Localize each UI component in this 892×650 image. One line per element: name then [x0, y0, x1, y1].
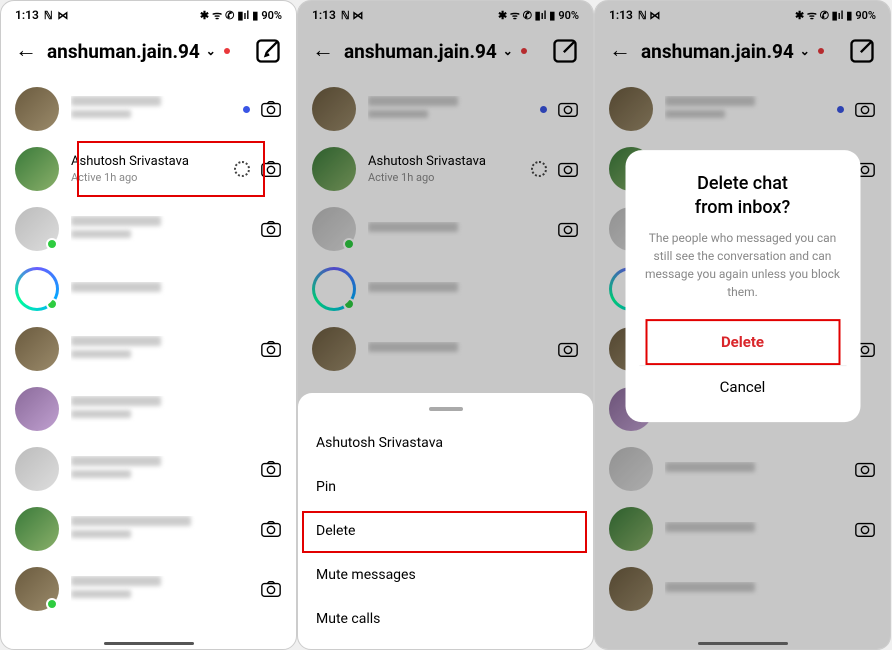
chat-row[interactable]: [1, 319, 296, 379]
phone-panel-3: 1:13ℕ ⋈ ✱ ᯤ ✆ ▮ıl ▮90% ← anshuman.jain.9…: [594, 0, 891, 650]
chat-right: [243, 99, 282, 119]
status-bar: 1:13ℕ ⋈ ✱ ᯤ ✆ ▮ıl ▮90%: [595, 1, 890, 27]
sheet-item-mute-calls[interactable]: Mute calls: [298, 597, 593, 641]
status-left: 1:13 ℕ ⋈: [15, 8, 69, 22]
account-switcher[interactable]: anshuman.jain.94 ⌄: [344, 40, 541, 63]
chevron-down-icon: ⌄: [800, 44, 810, 58]
sheet-drag-handle[interactable]: [429, 407, 463, 411]
chevron-down-icon: ⌄: [206, 44, 216, 58]
chat-text: [71, 96, 231, 122]
avatar: [15, 567, 59, 611]
sheet-item-pin[interactable]: Pin: [298, 465, 593, 509]
status-right: ✱ ᯤ ✆ ▮ıl ▮ 90%: [200, 8, 282, 23]
sheet-item-delete[interactable]: Delete: [298, 509, 593, 553]
chat-row[interactable]: [1, 79, 296, 139]
chat-list: Ashutosh Srivastava Active 1h ago: [1, 79, 296, 649]
chat-row[interactable]: [1, 379, 296, 439]
chat-row[interactable]: [1, 259, 296, 319]
camera-button[interactable]: [260, 519, 282, 539]
wifi-icon: ᯤ: [212, 8, 222, 23]
phone-panel-1: 1:13 ℕ ⋈ ✱ ᯤ ✆ ▮ıl ▮ 90% ← anshuman.jain…: [0, 0, 297, 650]
back-button[interactable]: ←: [15, 40, 37, 62]
inbox-header: ← anshuman.jain.94 ⌄: [298, 27, 593, 79]
unread-dot: [243, 106, 250, 113]
chat-right: [234, 159, 282, 179]
header-username: anshuman.jain.94: [47, 40, 200, 63]
avatar: [15, 147, 59, 191]
inbox-header: ← anshuman.jain.94 ⌄: [1, 27, 296, 79]
camera-button[interactable]: [260, 579, 282, 599]
chat-row-ashutosh[interactable]: Ashutosh Srivastava Active 1h ago: [1, 139, 296, 199]
chat-row[interactable]: [1, 199, 296, 259]
chat-row[interactable]: [1, 499, 296, 559]
signal-icon: ▮ıl: [237, 9, 249, 22]
loading-spinner-icon: [234, 161, 250, 177]
camera-button[interactable]: [260, 459, 282, 479]
avatar: [15, 87, 59, 131]
chevron-down-icon: ⌄: [503, 44, 513, 58]
dialog-delete-button[interactable]: Delete: [647, 321, 838, 363]
chat-text: Ashutosh Srivastava Active 1h ago: [71, 154, 222, 184]
camera-button[interactable]: [260, 339, 282, 359]
avatar: [15, 447, 59, 491]
chat-name-blurred: [71, 96, 161, 106]
chat-row[interactable]: [1, 439, 296, 499]
sheet-title: Ashutosh Srivastava: [298, 421, 593, 465]
back-button[interactable]: ←: [312, 40, 334, 62]
presence-dot: [46, 298, 58, 310]
home-indicator[interactable]: [104, 642, 194, 645]
context-bottom-sheet: Ashutosh Srivastava Pin Delete Mute mess…: [298, 393, 593, 649]
notification-dot: [521, 48, 527, 54]
inbox-header: ← anshuman.jain.94 ⌄: [595, 27, 890, 79]
bluetooth-icon: ✱: [200, 9, 209, 22]
camera-button[interactable]: [260, 159, 282, 179]
tutorial-highlight-box: Delete: [645, 319, 840, 365]
dialog-cancel-button[interactable]: Cancel: [639, 365, 846, 408]
avatar: [15, 207, 59, 251]
chat-sub-blurred: [71, 110, 131, 118]
status-bar: 1:13ℕ ⋈ ✱ ᯤ ✆ ▮ıl ▮90%: [298, 1, 593, 27]
chat-sub: Active 1h ago: [71, 171, 222, 184]
dialog-title: Delete chat from inbox?: [639, 172, 846, 219]
account-switcher[interactable]: anshuman.jain.94 ⌄: [641, 40, 838, 63]
status-bar: 1:13 ℕ ⋈ ✱ ᯤ ✆ ▮ıl ▮ 90%: [1, 1, 296, 27]
status-time: 1:13: [15, 8, 39, 22]
camera-button[interactable]: [260, 99, 282, 119]
home-indicator[interactable]: [698, 642, 788, 645]
camera-button[interactable]: [260, 219, 282, 239]
avatar: [15, 327, 59, 371]
presence-dot: [46, 238, 58, 250]
dialog-body: The people who messaged you can still se…: [639, 229, 846, 301]
chat-row[interactable]: [1, 559, 296, 619]
avatar: [15, 267, 59, 311]
compose-button[interactable]: [848, 37, 876, 65]
notification-dot: [818, 48, 824, 54]
delete-confirm-dialog: Delete chat from inbox? The people who m…: [625, 150, 860, 422]
avatar: [15, 387, 59, 431]
back-button[interactable]: ←: [609, 40, 631, 62]
account-switcher[interactable]: anshuman.jain.94 ⌄: [47, 40, 244, 63]
phone-icon: ✆: [225, 9, 234, 22]
battery-percent: 90%: [261, 9, 282, 22]
notification-dot: [224, 48, 230, 54]
battery-icon: ▮: [252, 9, 258, 22]
presence-dot: [46, 598, 58, 610]
phone-panel-2: 1:13ℕ ⋈ ✱ ᯤ ✆ ▮ıl ▮90% ← anshuman.jain.9…: [297, 0, 594, 650]
chat-name: Ashutosh Srivastava: [71, 154, 222, 169]
compose-button[interactable]: [254, 37, 282, 65]
compose-button[interactable]: [551, 37, 579, 65]
status-icons-left: ℕ ⋈: [44, 9, 70, 22]
sheet-item-mute-messages[interactable]: Mute messages: [298, 553, 593, 597]
avatar: [15, 507, 59, 551]
